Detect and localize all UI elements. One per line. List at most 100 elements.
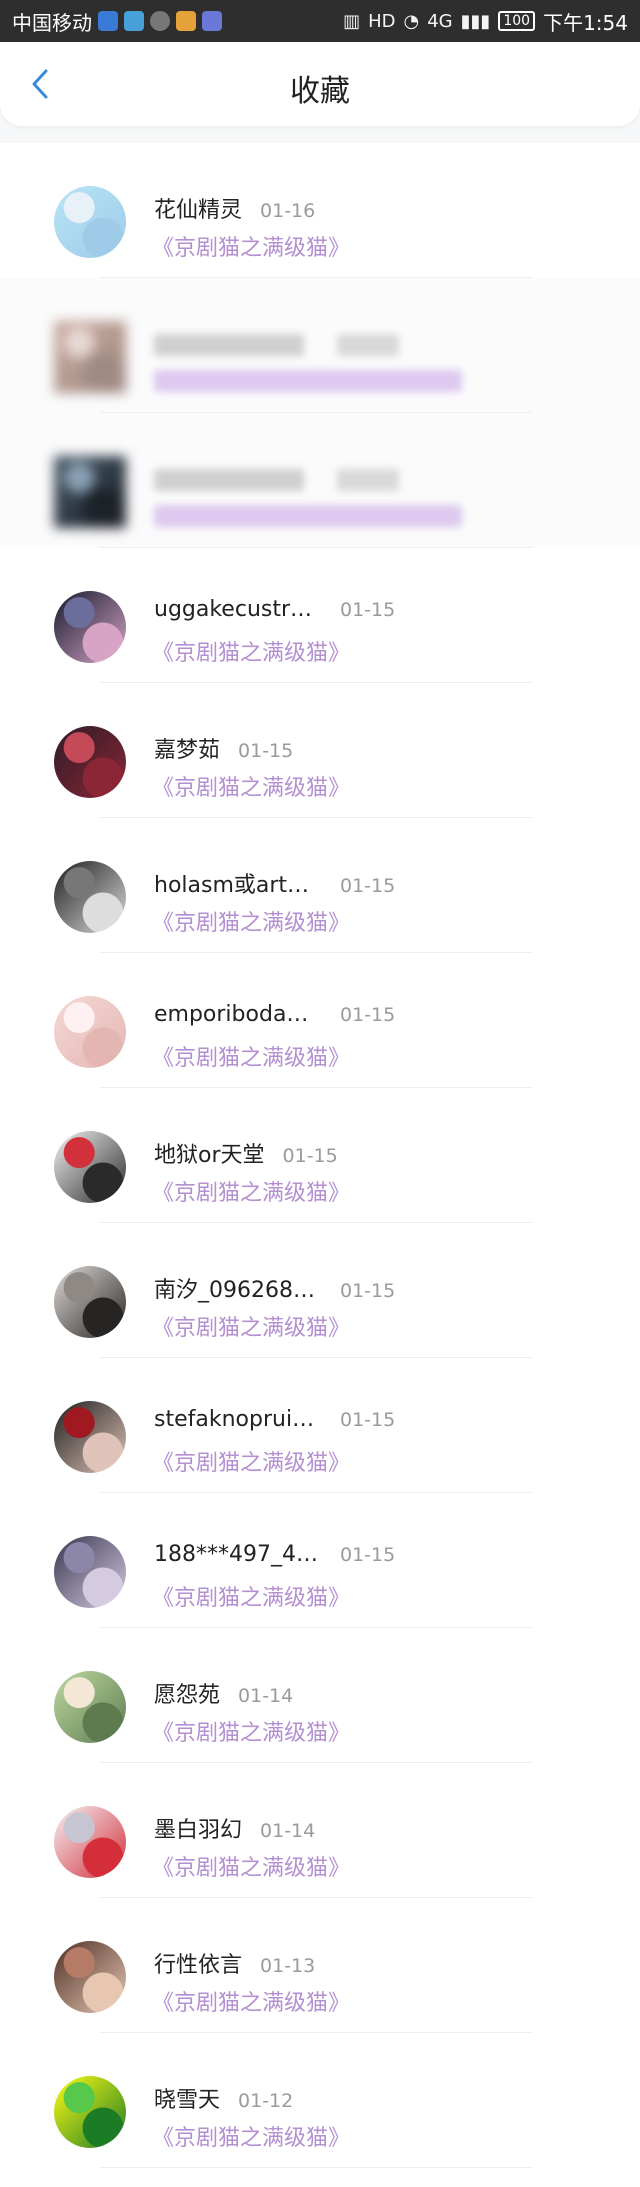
list-footer-gap <box>0 2168 640 2187</box>
blurred-date <box>337 334 399 356</box>
list-item[interactable]: 愿怨苑 01-14 《京剧猫之满级猫》 <box>0 1628 640 1763</box>
name-date-line: uggakecustralia 01-15 <box>154 597 395 622</box>
list-item[interactable]: 南汐_096268553 01-15 《京剧猫之满级猫》 <box>0 1223 640 1358</box>
name-date-line: 晓雪天 01-12 <box>154 2082 293 2114</box>
favorite-date: 01-15 <box>340 1004 396 1026</box>
name-date-line: holasm或art智... 01-15 <box>154 867 395 899</box>
work-title-link[interactable]: 《京剧猫之满级猫》 <box>152 2120 350 2152</box>
avatar[interactable] <box>54 1671 126 1743</box>
name-date-line: 188***497_450... 01-15 <box>154 1542 395 1567</box>
avatar[interactable] <box>54 1266 126 1338</box>
user-name[interactable]: 愿怨苑 <box>154 1677 220 1709</box>
status-bar: 中国移动 ▥ HD ◔ 4G ▮▮▮ 100 下午1:54 <box>0 0 640 42</box>
avatar[interactable] <box>54 456 126 528</box>
work-title-link[interactable]: 《京剧猫之满级猫》 <box>152 1985 350 2017</box>
list-item[interactable]: stefaknopruizcci 01-15 《京剧猫之满级猫》 <box>0 1358 640 1493</box>
user-name[interactable]: 地狱or天堂 <box>154 1137 265 1169</box>
name-date-line: 墨白羽幻 01-14 <box>154 1812 315 1844</box>
list-item[interactable]: 墨白羽幻 01-14 《京剧猫之满级猫》 <box>0 1763 640 1898</box>
blurred-name <box>154 469 304 491</box>
name-date-line: 愿怨苑 01-14 <box>154 1677 293 1709</box>
top-navigation: 收藏 <box>0 42 640 126</box>
user-name[interactable]: stefaknopruizcci <box>154 1407 322 1432</box>
favorite-date: 01-15 <box>282 1145 338 1167</box>
work-title-link[interactable]: 《京剧猫之满级猫》 <box>152 1850 350 1882</box>
name-date-line: stefaknopruizcci 01-15 <box>154 1407 395 1432</box>
photo-icon <box>176 11 196 31</box>
avatar[interactable] <box>54 2076 126 2148</box>
work-title-link[interactable]: 《京剧猫之满级猫》 <box>152 1310 350 1342</box>
avatar[interactable] <box>54 321 126 393</box>
name-date-line: 行性依言 01-13 <box>154 1947 315 1979</box>
user-name[interactable]: 晓雪天 <box>154 2082 220 2114</box>
avatar[interactable] <box>54 1941 126 2013</box>
user-name[interactable]: 行性依言 <box>154 1947 242 1979</box>
favorite-date: 01-13 <box>260 1955 316 1977</box>
list-item[interactable]: 188***497_450... 01-15 《京剧猫之满级猫》 <box>0 1493 640 1628</box>
list-item[interactable]: 行性依言 01-13 《京剧猫之满级猫》 <box>0 1898 640 2033</box>
list-item[interactable]: uggakecustralia 01-15 《京剧猫之满级猫》 <box>0 548 640 683</box>
favorite-date: 01-15 <box>340 875 396 897</box>
avatar[interactable] <box>54 1401 126 1473</box>
favorite-date: 01-15 <box>340 1280 396 1302</box>
clock-time: 下午1:54 <box>543 10 628 35</box>
work-title-link[interactable]: 《京剧猫之满级猫》 <box>152 1445 350 1477</box>
name-date-line: 地狱or天堂 01-15 <box>154 1137 338 1169</box>
work-title-link[interactable]: 《京剧猫之满级猫》 <box>152 1715 350 1747</box>
list-item[interactable]: 地狱or天堂 01-15 《京剧猫之满级猫》 <box>0 1088 640 1223</box>
user-name[interactable]: holasm或art智... <box>154 867 322 899</box>
work-title-link[interactable]: 《京剧猫之满级猫》 <box>152 770 350 802</box>
page-title: 收藏 <box>290 74 350 109</box>
user-name[interactable]: 188***497_450... <box>154 1542 322 1567</box>
work-title-link[interactable]: 《京剧猫之满级猫》 <box>152 1580 350 1612</box>
avatar[interactable] <box>54 996 126 1068</box>
user-name[interactable]: 南汐_096268553 <box>154 1272 322 1304</box>
user-name[interactable]: emporibodapr... <box>154 1002 322 1027</box>
blurred-work-title <box>154 505 462 527</box>
browser-icon <box>98 11 118 31</box>
vibrate-icon: ▥ <box>343 10 361 32</box>
avatar[interactable] <box>54 186 126 258</box>
favorite-date: 01-15 <box>340 599 396 621</box>
network-text: 4G <box>427 10 453 32</box>
list-item[interactable] <box>0 278 640 413</box>
blurred-date <box>337 469 399 491</box>
user-name[interactable]: 嘉梦茹 <box>154 732 220 764</box>
avatar[interactable] <box>54 1536 126 1608</box>
user-name[interactable]: 花仙精灵 <box>154 192 242 224</box>
list-item[interactable]: 晓雪天 01-12 《京剧猫之满级猫》 <box>0 2033 640 2168</box>
name-date-line: emporibodapr... 01-15 <box>154 1002 395 1027</box>
signal-icon: ▮▮▮ <box>460 10 491 32</box>
work-title-link[interactable]: 《京剧猫之满级猫》 <box>152 1040 350 1072</box>
list-item[interactable]: holasm或art智... 01-15 《京剧猫之满级猫》 <box>0 818 640 953</box>
carrier-text: 中国移动 <box>12 10 92 35</box>
avatar[interactable] <box>54 591 126 663</box>
hd-icon: HD <box>368 10 396 32</box>
user-name[interactable]: 墨白羽幻 <box>154 1812 242 1844</box>
favorite-date: 01-14 <box>238 1685 294 1707</box>
status-right: ▥ HD ◔ 4G ▮▮▮ 100 下午1:54 <box>343 7 628 36</box>
list-item[interactable]: 花仙精灵 01-16 《京剧猫之满级猫》 <box>0 143 640 278</box>
favorite-date: 01-16 <box>260 200 316 222</box>
work-title-link[interactable]: 《京剧猫之满级猫》 <box>152 905 350 937</box>
work-title-link[interactable]: 《京剧猫之满级猫》 <box>152 1175 350 1207</box>
name-date-line: 嘉梦茹 01-15 <box>154 732 293 764</box>
row-divider <box>100 2167 532 2168</box>
user-name[interactable]: uggakecustralia <box>154 597 322 622</box>
list-item[interactable]: emporibodapr... 01-15 《京剧猫之满级猫》 <box>0 953 640 1088</box>
favorite-date: 01-14 <box>260 1820 316 1842</box>
list-item[interactable]: 嘉梦茹 01-15 《京剧猫之满级猫》 <box>0 683 640 818</box>
avatar[interactable] <box>54 861 126 933</box>
wechat-icon <box>150 11 170 31</box>
favorite-date: 01-15 <box>238 740 294 762</box>
music-icon <box>202 11 222 31</box>
wifi-icon: ◔ <box>403 10 420 32</box>
avatar[interactable] <box>54 726 126 798</box>
work-title-link[interactable]: 《京剧猫之满级猫》 <box>152 635 350 667</box>
avatar[interactable] <box>54 1806 126 1878</box>
list-item[interactable] <box>0 413 640 548</box>
avatar[interactable] <box>54 1131 126 1203</box>
app-icon <box>124 11 144 31</box>
work-title-link[interactable]: 《京剧猫之满级猫》 <box>152 230 350 262</box>
blurred-work-title <box>154 370 462 392</box>
